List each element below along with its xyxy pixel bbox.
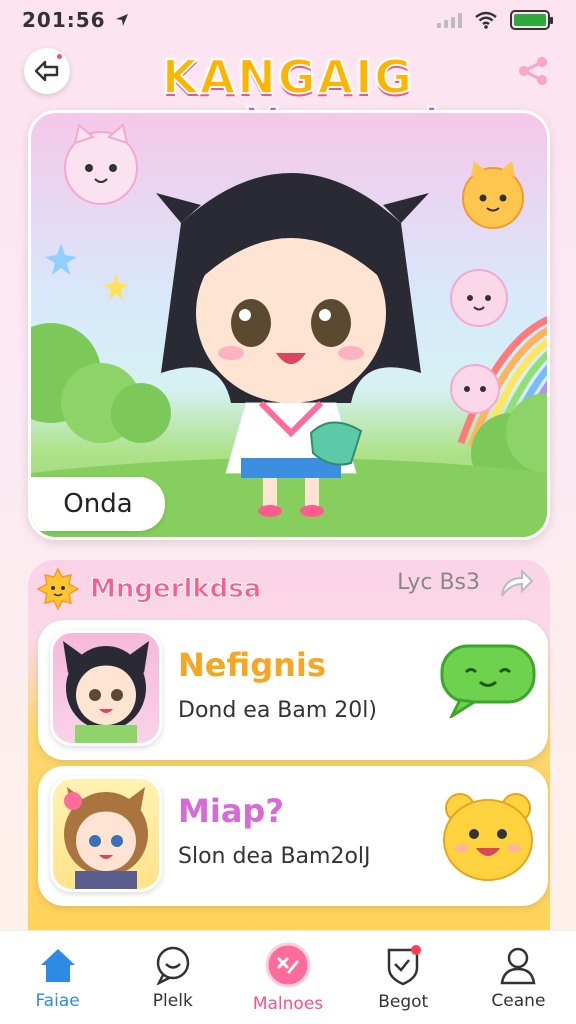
section-link[interactable]: Lyc Bs3 [397, 570, 480, 595]
hero-illustration [31, 123, 547, 537]
avatar [50, 630, 162, 746]
orange-cat-creature [462, 161, 524, 229]
forward-arrow-icon[interactable] [496, 566, 536, 602]
tags-icon [265, 942, 311, 987]
title-line-1: KANGAIG [161, 49, 414, 105]
user-icon [500, 947, 536, 984]
card-subtitle: Slon dea Bam2olJ [178, 844, 371, 869]
wifi-icon [475, 11, 497, 29]
share-button[interactable] [512, 50, 554, 92]
home-icon [40, 948, 75, 982]
tab-label: Begot [378, 991, 429, 1012]
status-right [437, 10, 553, 30]
status-left: 201:56 [22, 8, 130, 32]
bear-face-icon[interactable] [438, 788, 538, 884]
share-icon [519, 57, 547, 85]
back-button[interactable] [24, 48, 70, 94]
tab-shield[interactable]: Begot [346, 931, 461, 1024]
card-name: Nefignis [178, 646, 326, 684]
trees-left [31, 323, 171, 443]
list-item[interactable]: Miap? Slon dea Bam2olJ [38, 766, 548, 906]
chat-icon [156, 946, 190, 985]
sun-icon [36, 567, 80, 611]
tab-home[interactable]: Faiae [0, 931, 115, 1024]
tab-center[interactable]: Malnoes [230, 931, 345, 1024]
friends-section: Mngerlkdsa Lyc Bs3 Nefignis Dond ea Bam … [28, 560, 550, 940]
shield-icon [387, 944, 422, 985]
tab-label: Faiae [35, 990, 80, 1011]
notification-dot [55, 52, 64, 61]
back-arrow-icon [34, 60, 59, 82]
list-item[interactable]: Nefignis Dond ea Bam 20l) [38, 620, 548, 760]
card-name: Miap? [178, 792, 284, 830]
tab-label: Ceane [491, 990, 546, 1011]
tab-profile[interactable]: Ceane [461, 931, 576, 1024]
signal-icon [437, 12, 462, 28]
tab-label: Malnoes [252, 993, 324, 1014]
bottom-tab-bar: Faiae Plelk Malnoes Begot Ceane [0, 930, 576, 1024]
chat-bubble-icon[interactable] [438, 642, 538, 718]
status-bar: 201:56 [0, 0, 576, 40]
hero-banner[interactable]: Onda [28, 110, 550, 540]
tab-label: Plelk [152, 990, 193, 1011]
star-icon [103, 273, 129, 300]
pink-creature-right [450, 269, 508, 327]
status-time: 201:56 [22, 8, 106, 32]
hero-badge[interactable]: Onda [31, 477, 165, 531]
pink-cat-creature [64, 123, 138, 205]
battery-icon [510, 10, 553, 30]
location-arrow-icon [115, 14, 128, 26]
star-icon [45, 243, 77, 275]
card-subtitle: Dond ea Bam 20l) [178, 698, 377, 723]
pink-creature-small [450, 364, 500, 414]
section-title: Mngerlkdsa [89, 574, 262, 605]
tab-chat[interactable]: Plelk [115, 931, 230, 1024]
avatar [50, 776, 162, 892]
